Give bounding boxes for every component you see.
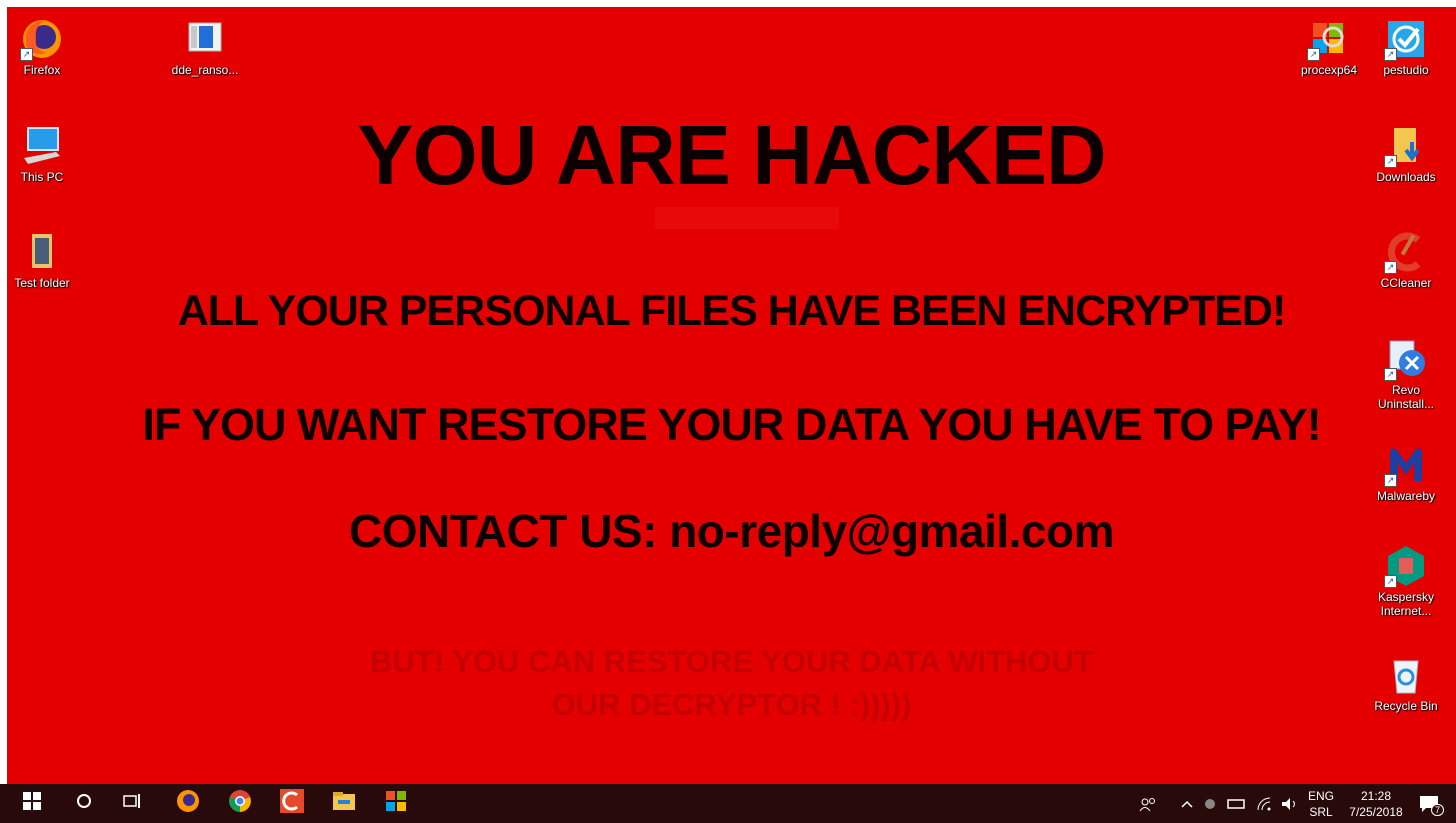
malwarebytes-icon: ↗ [1384, 443, 1428, 487]
task-view-icon [122, 792, 142, 815]
show-hidden-icons-chevron-icon[interactable] [1180, 784, 1194, 823]
taskbar: ENG SRL 21:28 7/25/2018 7 [0, 784, 1456, 823]
taskbar-chrome[interactable] [216, 784, 264, 823]
desktop-icon-label: Test folder [14, 276, 70, 290]
clock-date: 7/25/2018 [1349, 805, 1403, 819]
faint-window-bar [655, 207, 839, 229]
ransom-title: YOU ARE HACKED [357, 108, 1106, 202]
ransom-line-pay: IF YOU WANT RESTORE YOUR DATA YOU HAVE T… [142, 399, 1321, 450]
input-language-indicator[interactable]: ENG SRL [1306, 788, 1336, 820]
ransom-line-encrypted: ALL YOUR PERSONAL FILES HAVE BEEN ENCRYP… [177, 287, 1287, 335]
desktop-icon-kaspersky[interactable]: ↗ Kaspersky Internet... [1370, 544, 1442, 618]
file-explorer-icon [332, 789, 356, 818]
chrome-icon [228, 789, 252, 818]
desktop-icon-label: Malwareby [1376, 489, 1436, 503]
desktop-icon-test-folder[interactable]: Test folder [7, 230, 78, 290]
desktop-icon-procexp64[interactable]: ↗ procexp64 [1293, 17, 1365, 77]
desktop: YOU ARE HACKED ALL YOUR PERSONAL FILES H… [7, 7, 1456, 784]
desktop-icon-recycle-bin[interactable]: Recycle Bin [1370, 653, 1442, 713]
downloads-folder-icon: ↗ [1384, 124, 1428, 168]
keyboard-layout-code: SRL [1309, 805, 1333, 819]
search-button[interactable] [60, 784, 108, 823]
desktop-icon-pestudio[interactable]: ↗ pestudio [1370, 17, 1442, 77]
ccleaner-icon: ↗ [1384, 230, 1428, 274]
desktop-icon-malwarebytes[interactable]: ↗ Malwareby [1370, 443, 1442, 503]
computer-icon [20, 124, 64, 168]
ccleaner-icon [280, 789, 304, 818]
language-code: ENG [1307, 789, 1334, 803]
taskbar-file-explorer[interactable] [320, 784, 368, 823]
desktop-icon-label: pestudio [1383, 63, 1429, 77]
recycle-bin-icon [1384, 653, 1428, 697]
desktop-icon-label: Kaspersky Internet... [1377, 590, 1435, 618]
pestudio-icon: ↗ [1384, 17, 1428, 61]
document-window-icon [183, 17, 227, 61]
desktop-icon-label: Revo Uninstall... [1377, 383, 1435, 411]
taskbar-ccleaner[interactable] [268, 784, 316, 823]
kaspersky-icon: ↗ [1384, 544, 1428, 588]
desktop-icon-label: Downloads [1376, 170, 1436, 184]
desktop-icon-ccleaner[interactable]: ↗ CCleaner [1370, 230, 1442, 290]
folder-icon [20, 230, 64, 274]
network-ethernet-icon[interactable] [1226, 784, 1246, 823]
firefox-icon [176, 789, 200, 818]
desktop-icon-label: procexp64 [1300, 63, 1358, 77]
security-shield-icon[interactable] [1204, 784, 1216, 823]
system-clock[interactable]: 21:28 7/25/2018 [1346, 788, 1406, 820]
wifi-icon[interactable] [1256, 784, 1274, 823]
desktop-icon-label: CCleaner [1380, 276, 1432, 290]
action-center-button[interactable]: 7 [1418, 784, 1444, 823]
desktop-icon-revo-uninstaller[interactable]: ↗ Revo Uninstall... [1370, 337, 1442, 411]
process-explorer-icon: ↗ [1307, 17, 1351, 61]
taskbar-process-explorer[interactable] [372, 784, 420, 823]
taskbar-firefox[interactable] [164, 784, 212, 823]
desktop-icon-label: dde_ranso... [171, 63, 239, 77]
faint-line-1: BUT! YOU CAN RESTORE YOUR DATA WITHOUT [370, 644, 1093, 679]
ransom-line-contact: CONTACT US: no-reply@gmail.com [348, 505, 1115, 557]
desktop-icon-firefox[interactable]: ↗ Firefox [7, 17, 78, 77]
desktop-icon-label: Recycle Bin [1374, 699, 1438, 713]
search-icon [75, 792, 93, 815]
start-icon [23, 792, 41, 815]
desktop-icon-this-pc[interactable]: This PC [7, 124, 78, 184]
faint-line-2: OUR DECRYPTOR ! :))))) [551, 687, 912, 722]
firefox-icon: ↗ [20, 17, 64, 61]
revo-uninstaller-icon: ↗ [1384, 337, 1428, 381]
volume-icon[interactable] [1280, 784, 1300, 823]
desktop-icon-dde-ransom[interactable]: dde_ranso... [169, 17, 241, 77]
notification-count-badge: 7 [1430, 803, 1444, 816]
task-view-button[interactable] [108, 784, 156, 823]
clock-time: 21:28 [1360, 789, 1392, 803]
notification-icon: 7 [1418, 794, 1444, 816]
desktop-icon-label: This PC [20, 170, 64, 184]
start-button[interactable] [8, 784, 56, 823]
people-icon[interactable] [1138, 784, 1158, 823]
desktop-icon-downloads[interactable]: ↗ Downloads [1370, 124, 1442, 184]
desktop-icon-label: Firefox [23, 63, 61, 77]
process-explorer-icon [384, 789, 408, 818]
